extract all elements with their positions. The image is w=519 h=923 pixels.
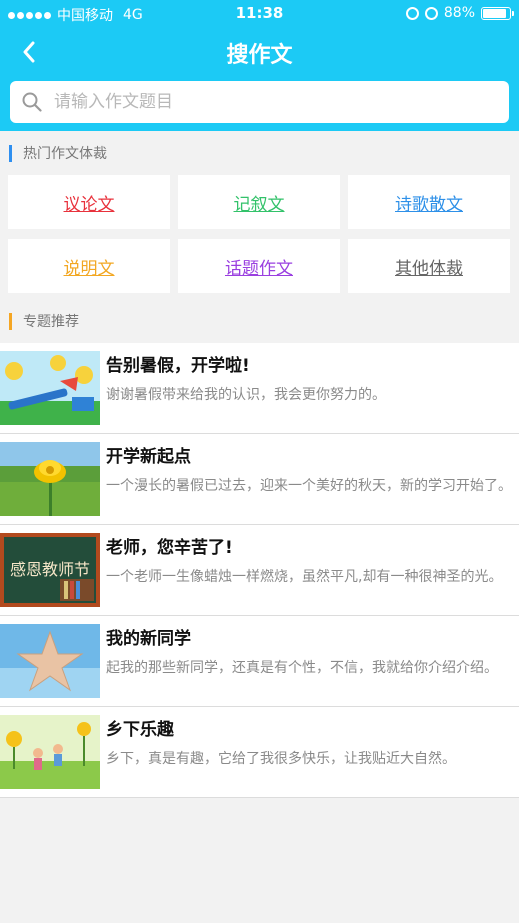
genre-expository[interactable]: 说明文 <box>8 239 170 293</box>
battery-level <box>483 8 506 18</box>
topic-description: 谢谢暑假带来给我的认识，我会更你努力的。 <box>106 387 386 403</box>
status-bar: 中国移动 4G 11:38 88% <box>0 0 519 27</box>
topic-item[interactable]: 我的新同学 起我的那些新同学，还真是有个性，不信，我就给你介绍介绍。 <box>0 616 519 707</box>
topic-description: 一个老师一生像蜡烛一样燃烧，虽然平凡,却有一种很神圣的光。 <box>106 569 503 585</box>
nav-bar: 搜作文 <box>0 27 519 79</box>
genre-section-title: 热门作文体裁 <box>23 146 107 162</box>
section-accent-bar <box>9 144 12 162</box>
teachers-day-thumbnail: 感恩教师节 <box>0 533 100 607</box>
search-input[interactable] <box>54 81 509 123</box>
genre-narrative[interactable]: 记叙文 <box>178 175 340 229</box>
topic-title: 乡下乐趣 <box>106 720 174 740</box>
countryside-thumbnail <box>0 715 100 789</box>
topic-title: 老师，您辛苦了! <box>106 538 233 558</box>
topic-description: 乡下，真是有趣，它给了我很多快乐，让我贴近大自然。 <box>106 751 456 767</box>
topic-item[interactable]: 告别暑假，开学啦! 谢谢暑假带来给我的认识，我会更你努力的。 <box>0 343 519 434</box>
topic-section-title: 专题推荐 <box>23 314 79 330</box>
topic-section-header: 专题推荐 <box>0 299 519 343</box>
genre-poetry-prose[interactable]: 诗歌散文 <box>348 175 510 229</box>
topic-item[interactable]: 开学新起点 一个漫长的暑假已过去，迎来一个美好的秋天，新的学习开始了。 <box>0 434 519 525</box>
battery-percent: 88% <box>443 5 475 21</box>
genre-topic-essay[interactable]: 话题作文 <box>178 239 340 293</box>
alarm-icon <box>424 6 438 20</box>
orientation-lock-icon <box>405 6 419 20</box>
yellow-flower-thumbnail <box>0 442 100 516</box>
genre-grid: 议论文 记叙文 诗歌散文 说明文 话题作文 其他体裁 <box>0 175 519 293</box>
section-accent-bar <box>9 312 12 330</box>
search-icon <box>22 92 42 112</box>
topic-title: 告别暑假，开学啦! <box>106 356 250 376</box>
search-box[interactable] <box>10 81 509 123</box>
hands-star-thumbnail <box>0 624 100 698</box>
topic-description: 起我的那些新同学，还真是有个性，不信，我就给你介绍介绍。 <box>106 660 498 676</box>
teachers-day-thumb-text: 感恩教师节 <box>10 560 90 579</box>
topic-description: 一个漫长的暑假已过去，迎来一个美好的秋天，新的学习开始了。 <box>106 478 512 494</box>
topic-item[interactable]: 乡下乐趣 乡下，真是有趣，它给了我很多快乐，让我贴近大自然。 <box>0 707 519 798</box>
genre-argumentative[interactable]: 议论文 <box>8 175 170 229</box>
battery-icon <box>481 6 514 20</box>
genre-section-header: 热门作文体裁 <box>0 131 519 175</box>
topic-title: 我的新同学 <box>106 629 191 649</box>
page-title: 搜作文 <box>226 43 293 68</box>
topic-title: 开学新起点 <box>106 447 191 467</box>
topic-list: 告别暑假，开学啦! 谢谢暑假带来给我的认识，我会更你努力的。 开学新起点 一个漫… <box>0 343 519 798</box>
genre-other[interactable]: 其他体裁 <box>348 239 510 293</box>
header: 中国移动 4G 11:38 88% 搜作文 <box>0 0 519 131</box>
back-to-school-thumbnail <box>0 351 100 425</box>
topic-item[interactable]: 感恩教师节 老师，您辛苦了! 一个老师一生像蜡烛一样燃烧，虽然平凡,却有一种很神… <box>0 525 519 616</box>
